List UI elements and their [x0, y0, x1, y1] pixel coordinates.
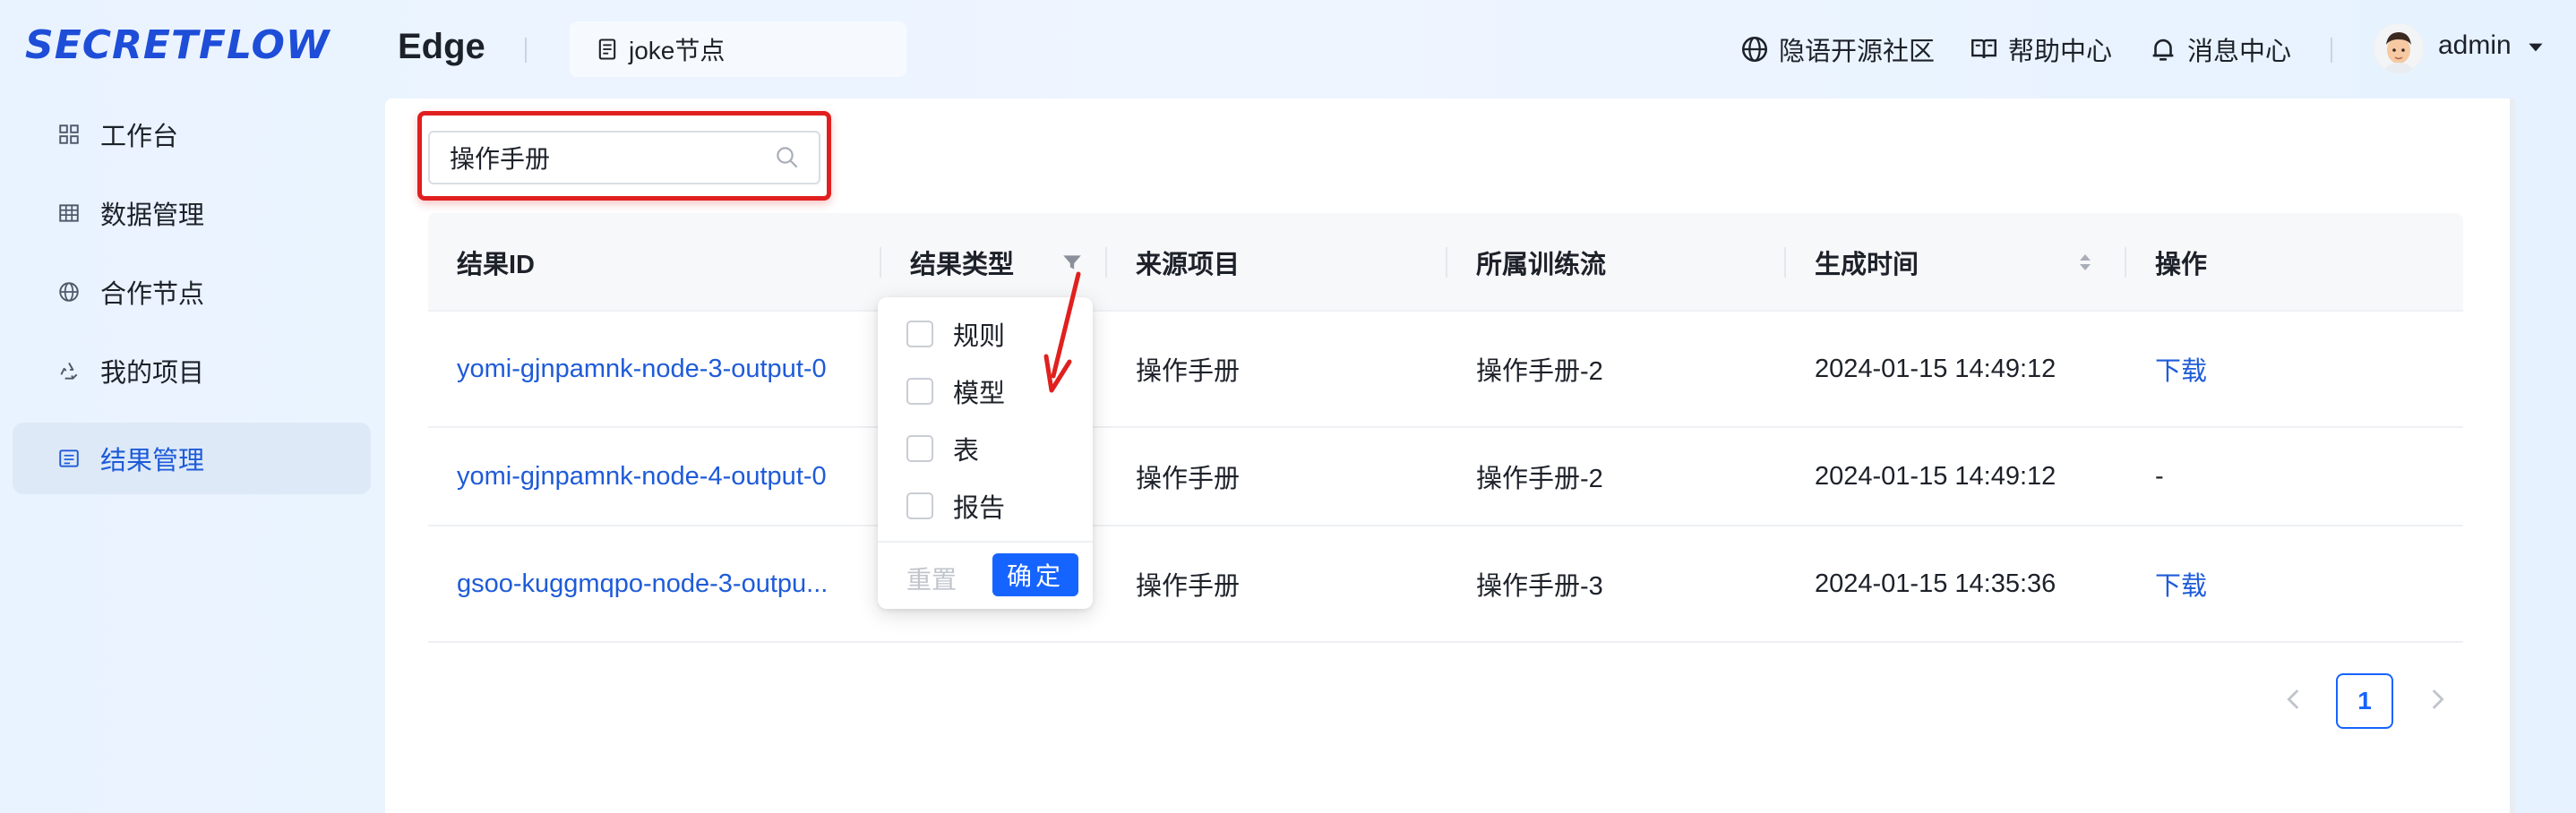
node-name: joke节点 — [629, 37, 726, 64]
message-center-link[interactable]: 消息中心 — [2148, 30, 2291, 68]
result-id-link[interactable]: yomi-gjnpamnk-node-3-output-0 — [457, 312, 827, 426]
caret-down-icon[interactable] — [2524, 36, 2547, 59]
sidebar-item-label: 结果管理 — [100, 447, 205, 475]
filter-option-label: 报告 — [953, 494, 1006, 523]
column-header-generated-time[interactable]: 生成时间 — [1815, 213, 1919, 312]
message-center-label: 消息中心 — [2187, 38, 2292, 66]
checkbox[interactable] — [906, 321, 933, 347]
result-id-link[interactable]: gsoo-kuggmqpo-node-3-outpu... — [457, 526, 828, 641]
search-icon[interactable] — [774, 144, 801, 171]
scrollbar-track[interactable] — [2510, 98, 2515, 813]
column-separator — [1105, 247, 1107, 278]
table-row: yomi-gjnpamnk-node-4-output-0 操作手册 操作手册-… — [428, 428, 2463, 526]
sidebar-item-result-management[interactable]: 结果管理 — [13, 423, 371, 494]
source-project-cell: 操作手册 — [1136, 572, 1241, 601]
sidebar-item-my-projects[interactable]: 我的项目 — [13, 335, 371, 406]
sidebar-item-partner-nodes[interactable]: 合作节点 — [13, 256, 371, 328]
column-separator — [1446, 247, 1447, 278]
result-id-link[interactable]: yomi-gjnpamnk-node-4-output-0 — [457, 428, 827, 525]
generated-time-cell: 2024-01-15 14:35:36 — [1815, 569, 2057, 598]
chevron-left-icon[interactable] — [2279, 684, 2309, 715]
reset-button[interactable]: 重置 — [906, 561, 957, 596]
pagination-current-page[interactable]: 1 — [2336, 673, 2393, 729]
header-divider — [525, 38, 527, 63]
secretflow-logo[interactable]: SECRETFLOW — [25, 20, 330, 70]
filter-option-label: 表 — [953, 437, 980, 466]
help-center-link[interactable]: 帮助中心 — [1969, 30, 2112, 68]
training-flow-cell: 操作手册-2 — [1476, 465, 1603, 493]
column-separator — [2125, 247, 2126, 278]
book-icon — [1971, 39, 1996, 59]
user-name[interactable]: admin — [2438, 30, 2512, 61]
column-separator — [880, 247, 881, 278]
globe-icon — [59, 282, 79, 302]
filter-icon[interactable] — [1060, 251, 1084, 274]
sidebar-item-label: 合作节点 — [100, 280, 205, 309]
recycle-icon — [60, 362, 78, 380]
list-icon — [59, 449, 79, 467]
training-flow-cell: 操作手册-3 — [1476, 572, 1603, 601]
generated-time-cell: 2024-01-15 14:49:12 — [1815, 354, 2057, 383]
sort-icon[interactable] — [2074, 249, 2096, 276]
header-divider — [2331, 38, 2332, 63]
filter-option-table[interactable]: 表 — [906, 430, 979, 467]
sidebar-item-label: 工作台 — [100, 123, 179, 151]
source-project-cell: 操作手册 — [1136, 465, 1241, 493]
document-icon — [598, 39, 616, 60]
filter-option-label: 规则 — [953, 322, 1006, 351]
grid-icon — [59, 124, 79, 144]
sidebar: 工作台 数据管理 合作节点 我的项目 结果管理 — [0, 98, 376, 813]
result-type-filter-dropdown: 规则 模型 表 报告 重置 确定 — [878, 297, 1093, 609]
sidebar-item-data-management[interactable]: 数据管理 — [13, 177, 371, 249]
column-header-action: 操作 — [2155, 251, 2208, 279]
download-link[interactable]: 下载 — [2155, 312, 2207, 426]
column-separator — [1784, 247, 1786, 278]
search-input[interactable] — [450, 143, 774, 172]
search-field[interactable] — [428, 131, 820, 184]
filter-option-label: 模型 — [953, 380, 1006, 408]
column-header-training-flow: 所属训练流 — [1476, 251, 1607, 279]
bell-icon — [2152, 39, 2174, 61]
table-row: yomi-gjnpamnk-node-3-output-0 操作手册 操作手册-… — [428, 312, 2463, 428]
generated-time-cell: 2024-01-15 14:49:12 — [1815, 461, 2057, 491]
results-table: 结果ID 结果类型 来源项目 所属训练流 生成时间 操作 yomi-gjnpam… — [428, 213, 2463, 643]
filter-option-rule[interactable]: 规则 — [906, 315, 1005, 353]
training-flow-cell: 操作手册-2 — [1476, 357, 1603, 386]
community-link-label: 隐语开源社区 — [1779, 38, 1936, 66]
table-header: 结果ID 结果类型 来源项目 所属训练流 生成时间 操作 — [428, 213, 2463, 312]
action-cell-empty: - — [2155, 461, 2164, 491]
table-icon — [59, 204, 79, 222]
checkbox[interactable] — [906, 435, 933, 462]
dropdown-divider — [878, 541, 1093, 543]
column-header-result-id: 结果ID — [457, 251, 536, 279]
confirm-button[interactable]: 确定 — [992, 553, 1078, 596]
download-link[interactable]: 下载 — [2155, 526, 2207, 641]
current-node-selector[interactable]: joke节点 — [570, 21, 906, 77]
source-project-cell: 操作手册 — [1136, 357, 1241, 386]
checkbox[interactable] — [906, 378, 933, 405]
column-header-source-project: 来源项目 — [1136, 251, 1241, 279]
chevron-right-icon[interactable] — [2422, 684, 2452, 715]
user-avatar-icon — [2374, 23, 2424, 73]
app-title: Edge — [398, 27, 485, 66]
community-link[interactable]: 隐语开源社区 — [1739, 30, 1935, 68]
sidebar-item-workbench[interactable]: 工作台 — [13, 98, 371, 170]
filter-option-model[interactable]: 模型 — [906, 372, 1005, 410]
table-row: gsoo-kuggmqpo-node-3-outpu... 操作手册 操作手册-… — [428, 526, 2463, 643]
top-header: SECRETFLOW Edge joke节点 隐语开源社区 帮助中心 消息中心 … — [0, 0, 2576, 98]
sidebar-item-label: 我的项目 — [100, 359, 205, 388]
sidebar-item-label: 数据管理 — [100, 201, 205, 230]
filter-option-report[interactable]: 报告 — [906, 487, 1005, 525]
logo-text: SECRETFLOW — [25, 21, 331, 68]
avatar[interactable] — [2374, 23, 2424, 73]
help-center-label: 帮助中心 — [2008, 38, 2113, 66]
globe-icon — [1741, 36, 1768, 63]
checkbox[interactable] — [906, 492, 933, 519]
